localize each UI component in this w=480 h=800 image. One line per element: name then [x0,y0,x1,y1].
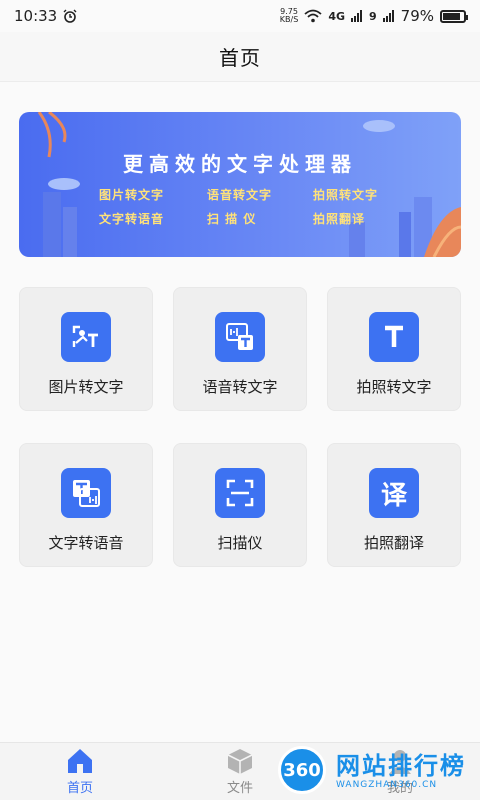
voice-to-text-icon [215,312,265,362]
home-screen: 10:33 9.75 KB/S 4G 9 79% 首页 更高效的文字处理器 图片… [0,0,480,800]
page-title: 首页 [219,46,261,70]
scanner-icon [215,468,265,518]
tool-label: 语音转文字 [202,378,278,396]
banner-feature-2: 语音转文字 [207,188,273,202]
watermark-sub: WANGZHAN360.CN [336,780,438,790]
photo-to-text-icon [369,312,419,362]
box-icon [227,749,253,774]
nav-home[interactable]: 首页 [35,747,125,799]
banner-feature-3: 拍照转文字 [313,188,379,202]
signal-2-label: 9 [369,9,377,23]
image-to-text-icon [61,312,111,362]
banner-feature-6: 拍照翻译 [313,212,366,226]
home-icon [68,749,92,773]
tool-photo-translate[interactable]: 译 拍照翻译 [327,443,461,567]
text-to-speech-icon [61,468,111,518]
status-bar: 10:33 9.75 KB/S 4G 9 79% [0,0,480,32]
signal-4g-label: 4G [328,9,345,23]
tool-label: 拍照转文字 [356,378,432,396]
promo-banner[interactable]: 更高效的文字处理器 图片转文字 语音转文字 拍照转文字 文字转语音 扫 描 仪 … [19,112,461,257]
battery-fill [443,12,461,20]
nav-files-label: 文件 [226,781,253,796]
banner-headline: 更高效的文字处理器 [123,152,357,176]
battery-icon [440,9,468,23]
tool-label: 扫描仪 [217,534,263,552]
alarm-icon [63,9,77,23]
tool-label: 拍照翻译 [363,534,424,552]
tool-label: 文字转语音 [48,534,124,552]
nav-home-label: 首页 [66,781,93,796]
translate-icon: 译 [369,468,419,518]
tool-image-to-text[interactable]: 图片转文字 [19,287,153,411]
battery-percent: 79% [400,7,434,25]
tool-text-to-speech[interactable]: 文字转语音 [19,443,153,567]
banner-feature-1: 图片转文字 [99,188,165,202]
tool-voice-to-text[interactable]: 语音转文字 [173,287,307,411]
tool-scanner[interactable]: 扫描仪 [173,443,307,567]
signal-bars-icon [351,10,362,22]
banner-feature-5: 扫 描 仪 [207,212,257,226]
watermark: 360 网站排行榜 WANGZHAN360.CN [272,740,480,800]
banner-city-illustration [37,112,461,257]
watermark-text: 网站排行榜 [336,752,466,780]
wifi-icon [304,9,322,23]
tool-label: 图片转文字 [48,378,124,396]
signal-bars-icon-2 [382,10,394,22]
network-speed: 9.75 KB/S [279,7,299,24]
banner-feature-4: 文字转语音 [99,212,165,226]
status-time: 10:33 [14,7,58,25]
watermark-badge: 360 [278,746,326,794]
tool-photo-to-text[interactable]: 拍照转文字 [327,287,461,411]
translate-glyph: 译 [380,480,407,511]
app-header: 首页 [0,32,480,82]
